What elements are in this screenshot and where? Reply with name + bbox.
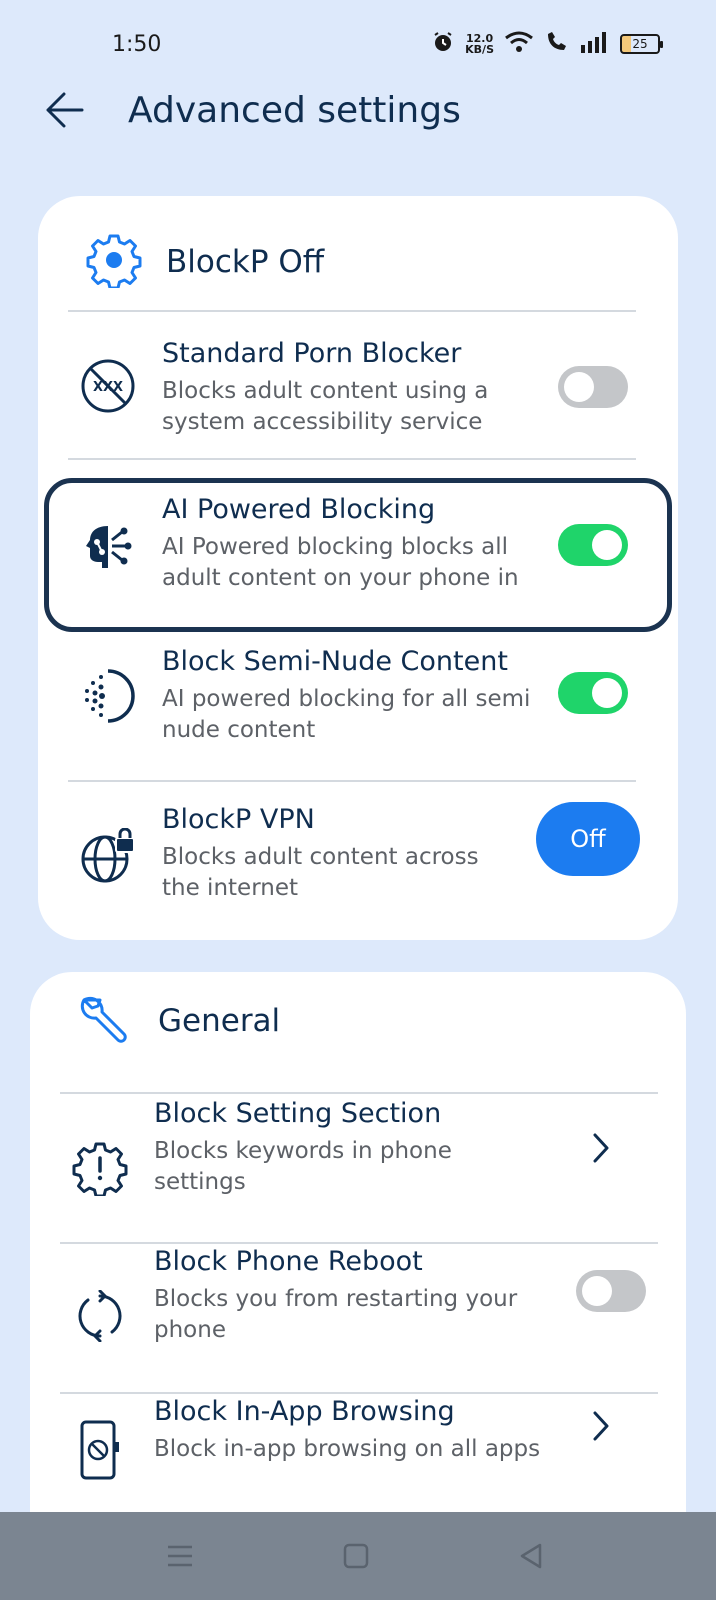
chevron-right-icon[interactable] bbox=[586, 1406, 616, 1446]
back-button[interactable] bbox=[38, 86, 90, 138]
reboot-icon bbox=[70, 1286, 130, 1346]
item-description: Block in-app browsing on all apps bbox=[154, 1436, 541, 1462]
item-description: Blocks you from restarting your phone bbox=[154, 1286, 518, 1343]
list-item-standard-porn-blocker[interactable]: XXX Standard Porn Blocker Blocks adult c… bbox=[38, 326, 678, 456]
wrench-icon bbox=[76, 990, 134, 1052]
list-item-block-phone-reboot[interactable]: Block Phone Reboot Blocks you from resta… bbox=[30, 1244, 686, 1384]
list-item-block-setting-section[interactable]: Block Setting Section Blocks keywords in… bbox=[30, 1098, 686, 1238]
header: Advanced settings bbox=[0, 80, 716, 160]
divider bbox=[60, 1092, 658, 1094]
alarm-icon bbox=[431, 30, 455, 58]
item-description: AI powered blocking for all semi nude co… bbox=[162, 686, 531, 743]
phone-reboot-toggle[interactable] bbox=[576, 1270, 646, 1312]
globe-lock-icon bbox=[78, 828, 138, 888]
list-item-blockp-vpn[interactable]: BlockP VPN Blocks adult content across t… bbox=[38, 794, 678, 924]
general-section-header: General bbox=[76, 990, 280, 1052]
divider bbox=[68, 458, 636, 460]
gear-icon bbox=[86, 232, 142, 292]
item-description: Blocks adult content across the internet bbox=[162, 844, 479, 901]
list-item-block-in-app-browsing[interactable]: Block In-App Browsing Block in-app brows… bbox=[30, 1396, 686, 1506]
item-title: Block Semi-Nude Content bbox=[162, 646, 508, 677]
toggle-knob bbox=[564, 372, 594, 402]
home-square-icon[interactable] bbox=[334, 1534, 378, 1578]
status-icons: 12.0 KB/S 25 bbox=[431, 30, 663, 58]
divider bbox=[60, 1392, 658, 1394]
wifi-icon bbox=[504, 30, 534, 58]
item-description: Blocks adult content using a system acce… bbox=[162, 378, 489, 435]
system-nav-bar bbox=[0, 1512, 716, 1600]
toggle-knob bbox=[592, 678, 622, 708]
item-title: Block Setting Section bbox=[154, 1098, 442, 1129]
item-title: BlockP VPN bbox=[162, 804, 315, 835]
chevron-right-icon[interactable] bbox=[586, 1128, 616, 1168]
phone-block-icon bbox=[70, 1420, 130, 1480]
xxx-blocked-icon: XXX bbox=[78, 356, 138, 416]
arrow-left-icon bbox=[42, 90, 86, 134]
blockp-section-header: BlockP Off bbox=[86, 232, 324, 292]
signal-icon bbox=[580, 31, 610, 57]
battery-icon: 25 bbox=[620, 34, 663, 54]
menu-icon[interactable] bbox=[158, 1534, 202, 1578]
svg-text:XXX: XXX bbox=[93, 380, 123, 395]
general-section-card: General Block Setting Section Blocks key… bbox=[30, 972, 686, 1600]
status-time: 1:50 bbox=[112, 32, 162, 57]
vpn-off-button[interactable]: Off bbox=[536, 802, 640, 876]
item-description: Blocks keywords in phone settings bbox=[154, 1138, 452, 1195]
net-speed: 12.0 KB/S bbox=[465, 32, 494, 56]
section-title: BlockP Off bbox=[166, 244, 325, 280]
standard-blocker-toggle[interactable] bbox=[558, 366, 628, 408]
toggle-knob bbox=[582, 1276, 612, 1306]
wifi-call-icon bbox=[544, 30, 570, 58]
section-title: General bbox=[158, 1003, 281, 1039]
list-item-block-semi-nude[interactable]: Block Semi-Nude Content AI powered block… bbox=[38, 636, 678, 766]
divider bbox=[68, 310, 636, 312]
gear-alert-icon bbox=[70, 1138, 130, 1198]
highlight-outline bbox=[44, 478, 672, 632]
item-title: Standard Porn Blocker bbox=[162, 338, 462, 369]
status-bar: 1:50 12.0 KB/S 25 bbox=[0, 0, 716, 92]
divider bbox=[68, 780, 636, 782]
item-title: Block In-App Browsing bbox=[154, 1396, 455, 1427]
page-title: Advanced settings bbox=[128, 90, 461, 131]
dotted-half-circle-icon bbox=[78, 666, 138, 726]
back-triangle-icon[interactable] bbox=[510, 1534, 554, 1578]
semi-nude-toggle[interactable] bbox=[558, 672, 628, 714]
item-title: Block Phone Reboot bbox=[154, 1246, 423, 1277]
